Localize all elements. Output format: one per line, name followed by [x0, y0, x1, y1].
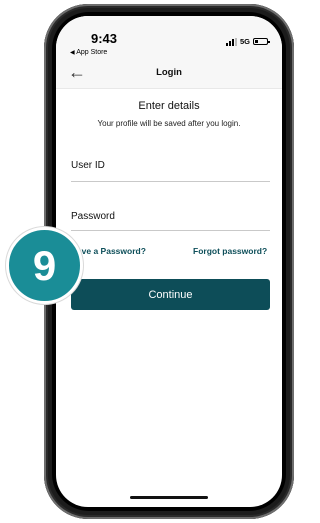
status-indicators: 5G	[225, 37, 270, 46]
form-heading: Enter details	[138, 100, 200, 112]
status-time: 9:43	[91, 31, 118, 46]
battery-icon	[253, 38, 270, 45]
triangle-left-icon: ◀	[70, 50, 75, 56]
signal-icon	[225, 37, 237, 46]
continue-button[interactable]: Continue	[71, 279, 270, 310]
nav-bar: ← Login	[56, 58, 282, 89]
app-screen: 9:43 ◀ App Store 5G ← Login Enter detail…	[56, 16, 282, 507]
user-id-field[interactable]: User ID	[71, 160, 105, 171]
back-app-label: App Store	[76, 49, 108, 56]
step-number-badge: 9	[6, 227, 83, 304]
network-type: 5G	[239, 37, 250, 46]
phone-bezel: 9:43 ◀ App Store 5G ← Login Enter detail…	[52, 12, 286, 511]
back-to-app-link[interactable]: ◀ App Store	[70, 49, 107, 56]
password-field[interactable]: Password	[71, 211, 115, 222]
user-id-underline	[71, 181, 270, 182]
page-title: Login	[156, 67, 182, 78]
status-bar: 9:43 ◀ App Store 5G	[56, 16, 282, 58]
form-subheading: Your profile will be saved after you log…	[97, 119, 241, 128]
password-underline	[71, 230, 270, 231]
forgot-password-link[interactable]: Forgot password?	[193, 246, 267, 256]
home-indicator[interactable]	[130, 496, 208, 499]
